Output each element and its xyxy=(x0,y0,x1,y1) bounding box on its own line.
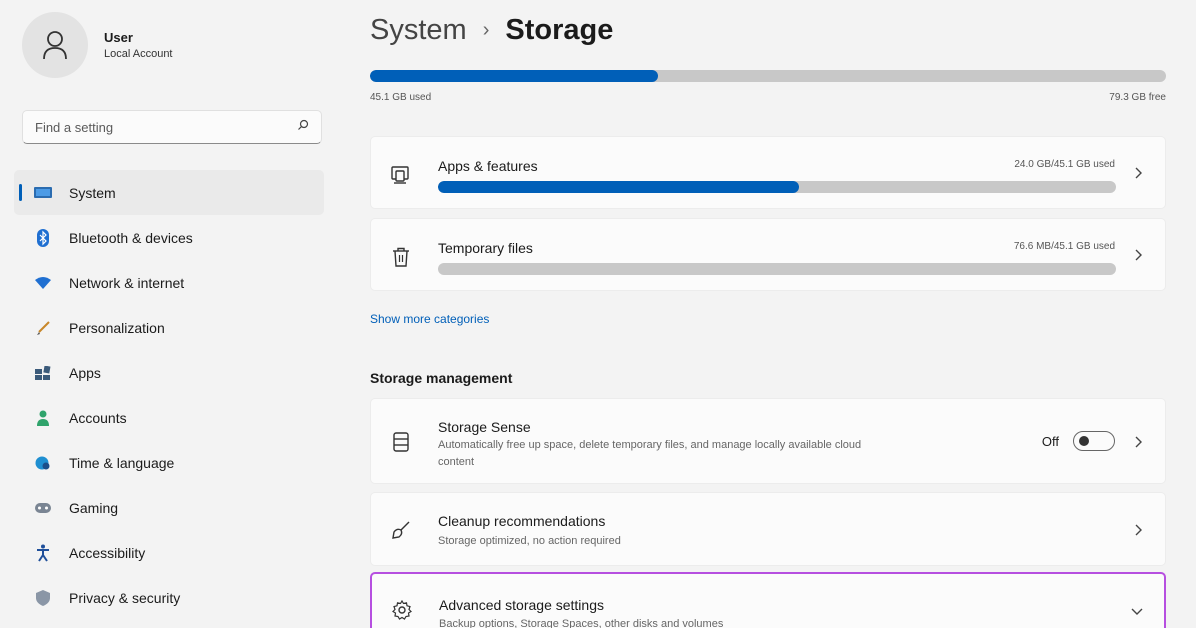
chevron-down-icon xyxy=(1130,604,1144,618)
chevron-right-icon xyxy=(1131,523,1145,537)
storage-drive-icon xyxy=(389,430,413,454)
wifi-icon xyxy=(32,272,54,294)
storage-management-heading: Storage management xyxy=(370,370,513,386)
nav-item-label: Gaming xyxy=(69,499,119,516)
nav-list: System Bluetooth & devices Network & int… xyxy=(14,170,324,620)
brush-icon xyxy=(32,317,54,339)
nav-item-system[interactable]: System xyxy=(14,170,324,215)
nav-item-privacy[interactable]: Privacy & security xyxy=(14,575,324,620)
broom-icon xyxy=(389,518,413,542)
chevron-right-icon xyxy=(1131,166,1145,180)
breadcrumb: System › Storage xyxy=(370,14,613,47)
nav-item-label: Accessibility xyxy=(69,544,146,561)
globe-clock-icon xyxy=(32,452,54,474)
storage-sense-card[interactable]: Storage Sense Automatically free up spac… xyxy=(370,398,1166,484)
storage-sense-description: Automatically free up space, delete temp… xyxy=(438,439,862,468)
trash-icon xyxy=(389,245,413,269)
advanced-description: Backup options, Storage Spaces, other di… xyxy=(439,618,724,628)
user-name: User xyxy=(104,30,133,45)
accounts-icon xyxy=(32,407,54,429)
cleanup-recommendations-card[interactable]: Cleanup recommendations Storage optimize… xyxy=(370,492,1166,566)
page-title: Storage xyxy=(505,14,614,46)
storage-usage-bar xyxy=(370,70,1166,82)
category-usage-bar xyxy=(438,181,1116,193)
nav-item-time-language[interactable]: Time & language xyxy=(14,440,324,485)
person-icon xyxy=(22,12,88,78)
account-type: Local Account xyxy=(104,48,173,60)
storage-sense-title: Storage Sense xyxy=(438,419,531,435)
nav-item-apps[interactable]: Apps xyxy=(14,350,324,395)
toggle-state-label: Off xyxy=(1041,433,1059,449)
nav-item-label: Time & language xyxy=(69,454,175,471)
storage-sense-toggle-group[interactable]: Off xyxy=(1042,431,1115,451)
search-input[interactable] xyxy=(35,119,297,135)
advanced-storage-settings-card[interactable]: Advanced storage settings Backup options… xyxy=(370,572,1166,628)
chevron-right-icon xyxy=(1131,435,1145,449)
category-title: Apps & features xyxy=(438,158,538,174)
gamepad-icon xyxy=(32,497,54,519)
main-content: System › Storage 45.1 GB used 79.3 GB fr… xyxy=(370,0,1166,628)
category-temporary-files[interactable]: Temporary files 76.6 MB/45.1 GB used xyxy=(370,218,1166,291)
search-icon[interactable] xyxy=(297,118,309,136)
toggle-knob xyxy=(1079,436,1089,446)
category-usage: 24.0 GB/45.1 GB used xyxy=(1014,159,1115,170)
cleanup-description: Storage optimized, no action required xyxy=(438,535,621,547)
nav-item-network[interactable]: Network & internet xyxy=(14,260,324,305)
bluetooth-icon xyxy=(32,227,54,249)
chevron-right-icon xyxy=(1131,248,1145,262)
category-title: Temporary files xyxy=(438,240,533,256)
shield-icon xyxy=(32,587,54,609)
category-usage-bar xyxy=(438,263,1116,275)
storage-usage-fill xyxy=(370,70,659,82)
apps-features-icon xyxy=(389,163,413,187)
nav-item-bluetooth[interactable]: Bluetooth & devices xyxy=(14,215,324,260)
storage-sense-toggle[interactable] xyxy=(1073,431,1115,451)
cleanup-title: Cleanup recommendations xyxy=(438,513,606,529)
sidebar: User Local Account System Bluetooth & de… xyxy=(0,0,340,628)
advanced-title: Advanced storage settings xyxy=(439,597,604,613)
nav-item-label: Network & internet xyxy=(69,274,185,291)
apps-icon xyxy=(32,362,54,384)
breadcrumb-separator: › xyxy=(482,19,490,41)
nav-item-personalization[interactable]: Personalization xyxy=(14,305,324,350)
nav-item-accounts[interactable]: Accounts xyxy=(14,395,324,440)
category-apps-features[interactable]: Apps & features 24.0 GB/45.1 GB used xyxy=(370,136,1166,209)
nav-item-label: Apps xyxy=(69,364,101,381)
system-icon xyxy=(32,182,54,204)
gear-icon xyxy=(390,598,414,622)
breadcrumb-parent[interactable]: System xyxy=(370,14,467,47)
accessibility-icon xyxy=(32,542,54,564)
nav-item-label: Accounts xyxy=(69,409,127,426)
nav-item-label: Personalization xyxy=(69,319,165,336)
nav-item-label: Privacy & security xyxy=(69,589,181,606)
search-box[interactable] xyxy=(22,110,322,144)
used-space-label: 45.1 GB used xyxy=(370,92,432,103)
category-usage: 76.6 MB/45.1 GB used xyxy=(1013,241,1115,252)
free-space-label: 79.3 GB free xyxy=(1109,92,1166,103)
user-profile[interactable]: User Local Account xyxy=(22,12,173,78)
category-usage-fill xyxy=(438,181,799,193)
nav-item-gaming[interactable]: Gaming xyxy=(14,485,324,530)
nav-item-label: System xyxy=(69,184,116,201)
show-more-categories-link[interactable]: Show more categories xyxy=(370,312,489,326)
nav-item-accessibility[interactable]: Accessibility xyxy=(14,530,324,575)
nav-item-label: Bluetooth & devices xyxy=(69,229,193,246)
